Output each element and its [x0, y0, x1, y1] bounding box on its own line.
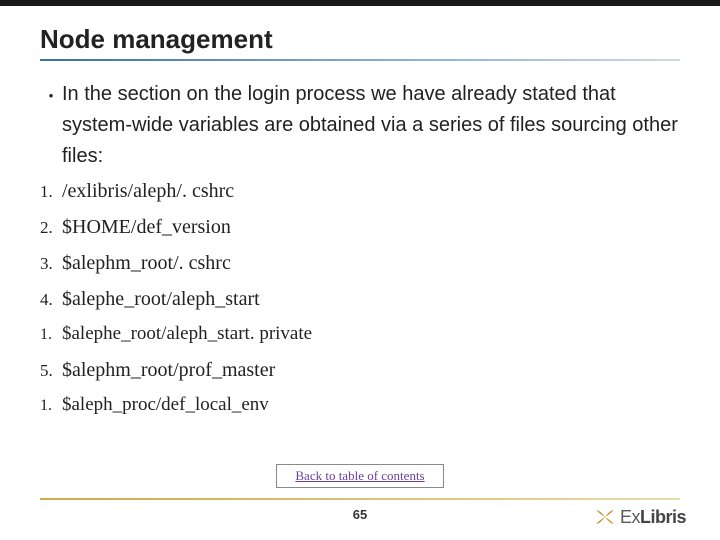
- page-title: Node management: [40, 24, 680, 55]
- list-marker: 5.: [40, 361, 62, 381]
- sub-list-text: $aleph_proc/def_local_env: [62, 393, 269, 418]
- list-item: 3. $alephm_root/. cshrc: [40, 250, 680, 276]
- list-text: $alephm_root/prof_master: [62, 357, 275, 383]
- list-marker: 1.: [40, 182, 62, 202]
- back-link-container: Back to table of contents: [0, 464, 720, 488]
- exlibris-logo: ExLibris: [594, 506, 686, 528]
- slide-body: Node management • In the section on the …: [0, 6, 720, 540]
- list-text: $alephm_root/. cshrc: [62, 250, 231, 276]
- list-marker: 4.: [40, 290, 62, 310]
- sub-list-item: 1. $alephe_root/aleph_start. private: [40, 322, 680, 347]
- sub-list-marker: 1.: [40, 326, 62, 344]
- footer-rule: [40, 498, 680, 500]
- ordered-list: 1. /exlibris/aleph/. cshrc 2. $HOME/def_…: [40, 178, 680, 417]
- logo-suffix: Libris: [640, 507, 686, 527]
- list-marker: 3.: [40, 254, 62, 274]
- bullet-marker: •: [40, 88, 62, 103]
- sub-list-text: $alephe_root/aleph_start. private: [62, 322, 312, 347]
- list-item: 2. $HOME/def_version: [40, 214, 680, 240]
- logo-prefix: Ex: [620, 507, 640, 527]
- list-item: 1. /exlibris/aleph/. cshrc: [40, 178, 680, 204]
- list-marker: 2.: [40, 218, 62, 238]
- title-underline: [40, 59, 680, 61]
- sub-list-marker: 1.: [40, 397, 62, 415]
- back-to-toc-link[interactable]: Back to table of contents: [276, 464, 443, 488]
- list-text: /exlibris/aleph/. cshrc: [62, 178, 234, 204]
- list-text: $HOME/def_version: [62, 214, 231, 240]
- list-item: 4. $alephe_root/aleph_start: [40, 286, 680, 312]
- bullet-row: • In the section on the login process we…: [40, 79, 680, 172]
- logo-text: ExLibris: [620, 507, 686, 528]
- list-item: 5. $alephm_root/prof_master: [40, 357, 680, 383]
- sub-list-item: 1. $aleph_proc/def_local_env: [40, 393, 680, 418]
- list-text: $alephe_root/aleph_start: [62, 286, 260, 312]
- exlibris-mark-icon: [594, 506, 616, 528]
- bullet-text: In the section on the login process we h…: [62, 79, 680, 172]
